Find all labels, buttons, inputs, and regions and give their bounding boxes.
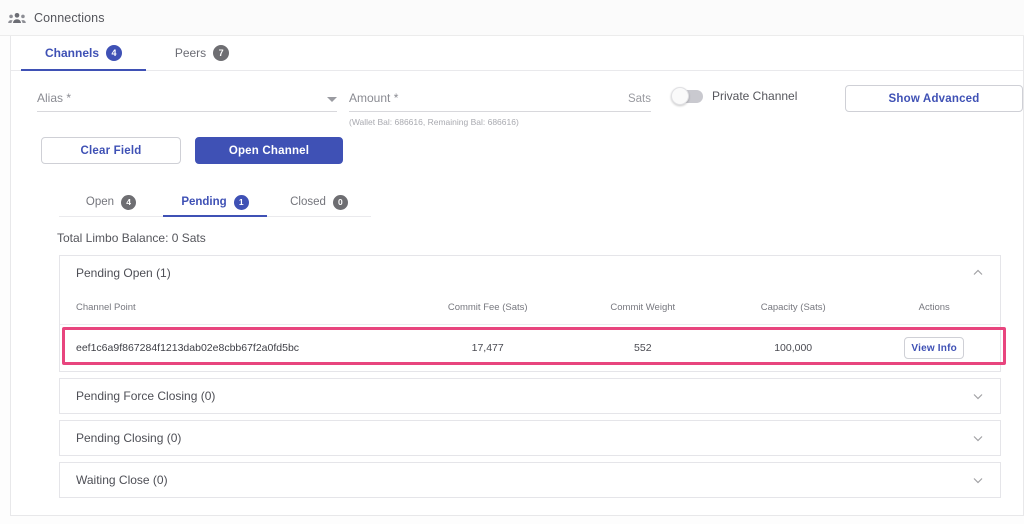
cell-commit-fee: 17,477 (471, 342, 504, 354)
alias-field[interactable]: Alias * (37, 91, 337, 112)
toggle-knob (671, 87, 689, 105)
tab-closed-badge: 0 (332, 194, 348, 210)
panel-waiting-close: Waiting Close (0) (59, 462, 1001, 498)
people-group-icon (8, 12, 26, 23)
tab-open-badge: 4 (121, 194, 137, 210)
panel-pending-force-closing-title: Pending Force Closing (0) (76, 389, 216, 403)
primary-tabs: Channels 4 Peers 7 (11, 36, 1023, 71)
tab-channels-badge: 4 (106, 45, 123, 61)
cell-actions: View Info (868, 325, 1000, 372)
pending-open-table: Channel Point Commit Fee (Sats) Commit W… (60, 290, 1000, 371)
open-channel-button[interactable]: Open Channel (195, 137, 343, 164)
wallet-balance-hint: (Wallet Bal: 686616, Remaining Bal: 6866… (349, 117, 519, 127)
alias-label: Alias * (37, 91, 72, 105)
tab-channels-label: Channels (45, 46, 100, 60)
col-commit-weight: Commit Weight (567, 290, 718, 325)
panel-pending-closing-header[interactable]: Pending Closing (0) (60, 421, 1000, 455)
open-channel-form: Alias * Amount * Sats (Wallet Bal: 68661… (11, 71, 1023, 129)
form-actions: Clear Field Open Channel (11, 129, 1023, 164)
cell-commit-weight: 552 (634, 342, 652, 354)
tab-closed-label: Closed (290, 196, 326, 208)
tab-pending[interactable]: Pending 1 (163, 188, 267, 217)
connections-page: Connections Channels 4 Peers 7 Alias * A… (0, 0, 1024, 524)
amount-label: Amount * (349, 91, 399, 105)
private-channel-label: Private Channel (712, 89, 798, 103)
cell-channel-point: eef1c6a9f867284f1213dab02e8cbb67f2a0fd5b… (76, 342, 300, 354)
table-header-row: Channel Point Commit Fee (Sats) Commit W… (60, 290, 1000, 325)
tab-channels[interactable]: Channels 4 (21, 36, 147, 71)
panel-pending-open-title: Pending Open (1) (76, 266, 171, 280)
tab-pending-badge: 1 (233, 194, 249, 210)
chevron-down-icon[interactable] (327, 97, 337, 102)
panel-pending-force-closing: Pending Force Closing (0) (59, 378, 1001, 414)
chevron-up-icon[interactable] (972, 267, 984, 279)
cell-capacity: 100,000 (774, 342, 813, 354)
private-channel-toggle[interactable] (671, 87, 703, 105)
tab-open[interactable]: Open 4 (59, 188, 163, 216)
col-channel-point: Channel Point (60, 290, 408, 325)
panel-pending-force-closing-header[interactable]: Pending Force Closing (0) (60, 379, 1000, 413)
col-actions: Actions (868, 290, 1000, 325)
table-row: eef1c6a9f867284f1213dab02e8cbb67f2a0fd5b… (60, 325, 1000, 372)
view-info-button[interactable]: View Info (904, 337, 965, 359)
amount-unit-label: Sats (627, 93, 651, 105)
panel-pending-open: Pending Open (1) Channel Point Commit Fe… (59, 255, 1001, 372)
tab-open-label: Open (85, 196, 115, 208)
col-capacity: Capacity (Sats) (717, 290, 869, 325)
tab-peers-label: Peers (174, 46, 207, 60)
pending-panels: Pending Open (1) Channel Point Commit Fe… (59, 255, 1001, 498)
channel-state-tabs: Open 4 Pending 1 Closed 0 (59, 188, 371, 217)
show-advanced-button[interactable]: Show Advanced (845, 85, 1023, 112)
tab-peers[interactable]: Peers 7 (146, 36, 258, 70)
tab-closed[interactable]: Closed 0 (267, 188, 371, 216)
panel-waiting-close-header[interactable]: Waiting Close (0) (60, 463, 1000, 497)
col-commit-fee: Commit Fee (Sats) (407, 290, 568, 325)
connections-card: Channels 4 Peers 7 Alias * Amount * Sats (10, 36, 1024, 516)
panel-waiting-close-title: Waiting Close (0) (76, 473, 168, 487)
amount-field[interactable]: Amount * Sats (Wallet Bal: 686616, Remai… (349, 91, 651, 127)
page-header: Connections (0, 0, 1024, 36)
tab-peers-badge: 7 (213, 45, 230, 61)
panel-pending-closing: Pending Closing (0) (59, 420, 1001, 456)
clear-field-button[interactable]: Clear Field (41, 137, 181, 164)
panel-pending-closing-title: Pending Closing (0) (76, 431, 182, 445)
total-limbo-balance: Total Limbo Balance: 0 Sats (57, 231, 206, 245)
chevron-down-icon[interactable] (972, 474, 984, 486)
chevron-down-icon[interactable] (972, 390, 984, 402)
panel-pending-open-header[interactable]: Pending Open (1) (60, 256, 1000, 290)
private-channel-toggle-wrap[interactable]: Private Channel (671, 87, 798, 105)
tab-pending-label: Pending (181, 196, 227, 208)
page-title: Connections (34, 10, 105, 25)
chevron-down-icon[interactable] (972, 432, 984, 444)
